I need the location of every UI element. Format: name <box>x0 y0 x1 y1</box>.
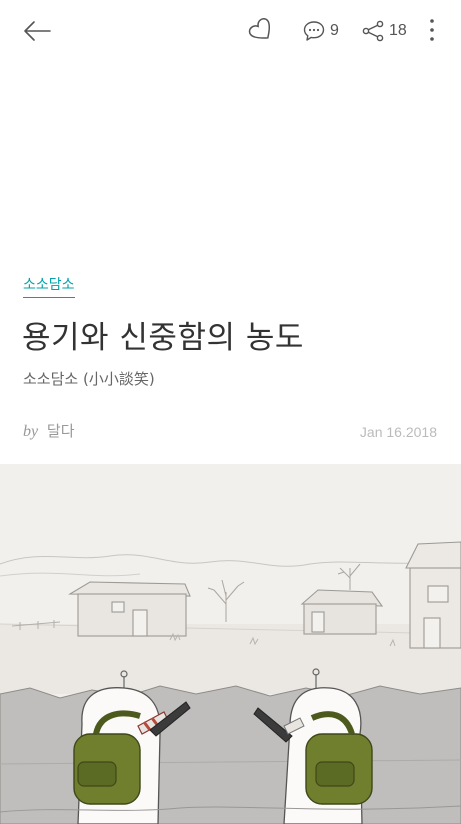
post-title: 용기와 신중함의 농도 <box>22 320 304 356</box>
category-link[interactable]: 소소담소 <box>23 276 75 298</box>
heart-icon <box>248 18 271 39</box>
author-byline[interactable]: by 달다 <box>23 421 75 442</box>
illustration-svg <box>0 464 461 824</box>
like-button[interactable] <box>246 15 278 47</box>
by-label: by <box>23 423 39 440</box>
comment-button[interactable]: 9 <box>302 15 339 47</box>
comment-bubble-icon <box>303 21 325 41</box>
top-bar: 9 18 <box>0 0 461 62</box>
more-vertical-icon <box>430 19 434 41</box>
publish-date: Jan 16.2018 <box>359 424 437 440</box>
share-count: 18 <box>389 22 407 39</box>
more-options-button[interactable] <box>418 13 446 47</box>
comment-count: 9 <box>330 22 339 39</box>
cover-illustration[interactable] <box>0 464 461 824</box>
post-subtitle: 소소담소 (小小談笑) <box>23 370 155 388</box>
share-icon <box>362 20 384 42</box>
share-button[interactable]: 18 <box>361 15 407 47</box>
back-button[interactable] <box>20 14 54 48</box>
author-name: 달다 <box>46 422 75 440</box>
arrow-left-icon <box>24 21 51 41</box>
